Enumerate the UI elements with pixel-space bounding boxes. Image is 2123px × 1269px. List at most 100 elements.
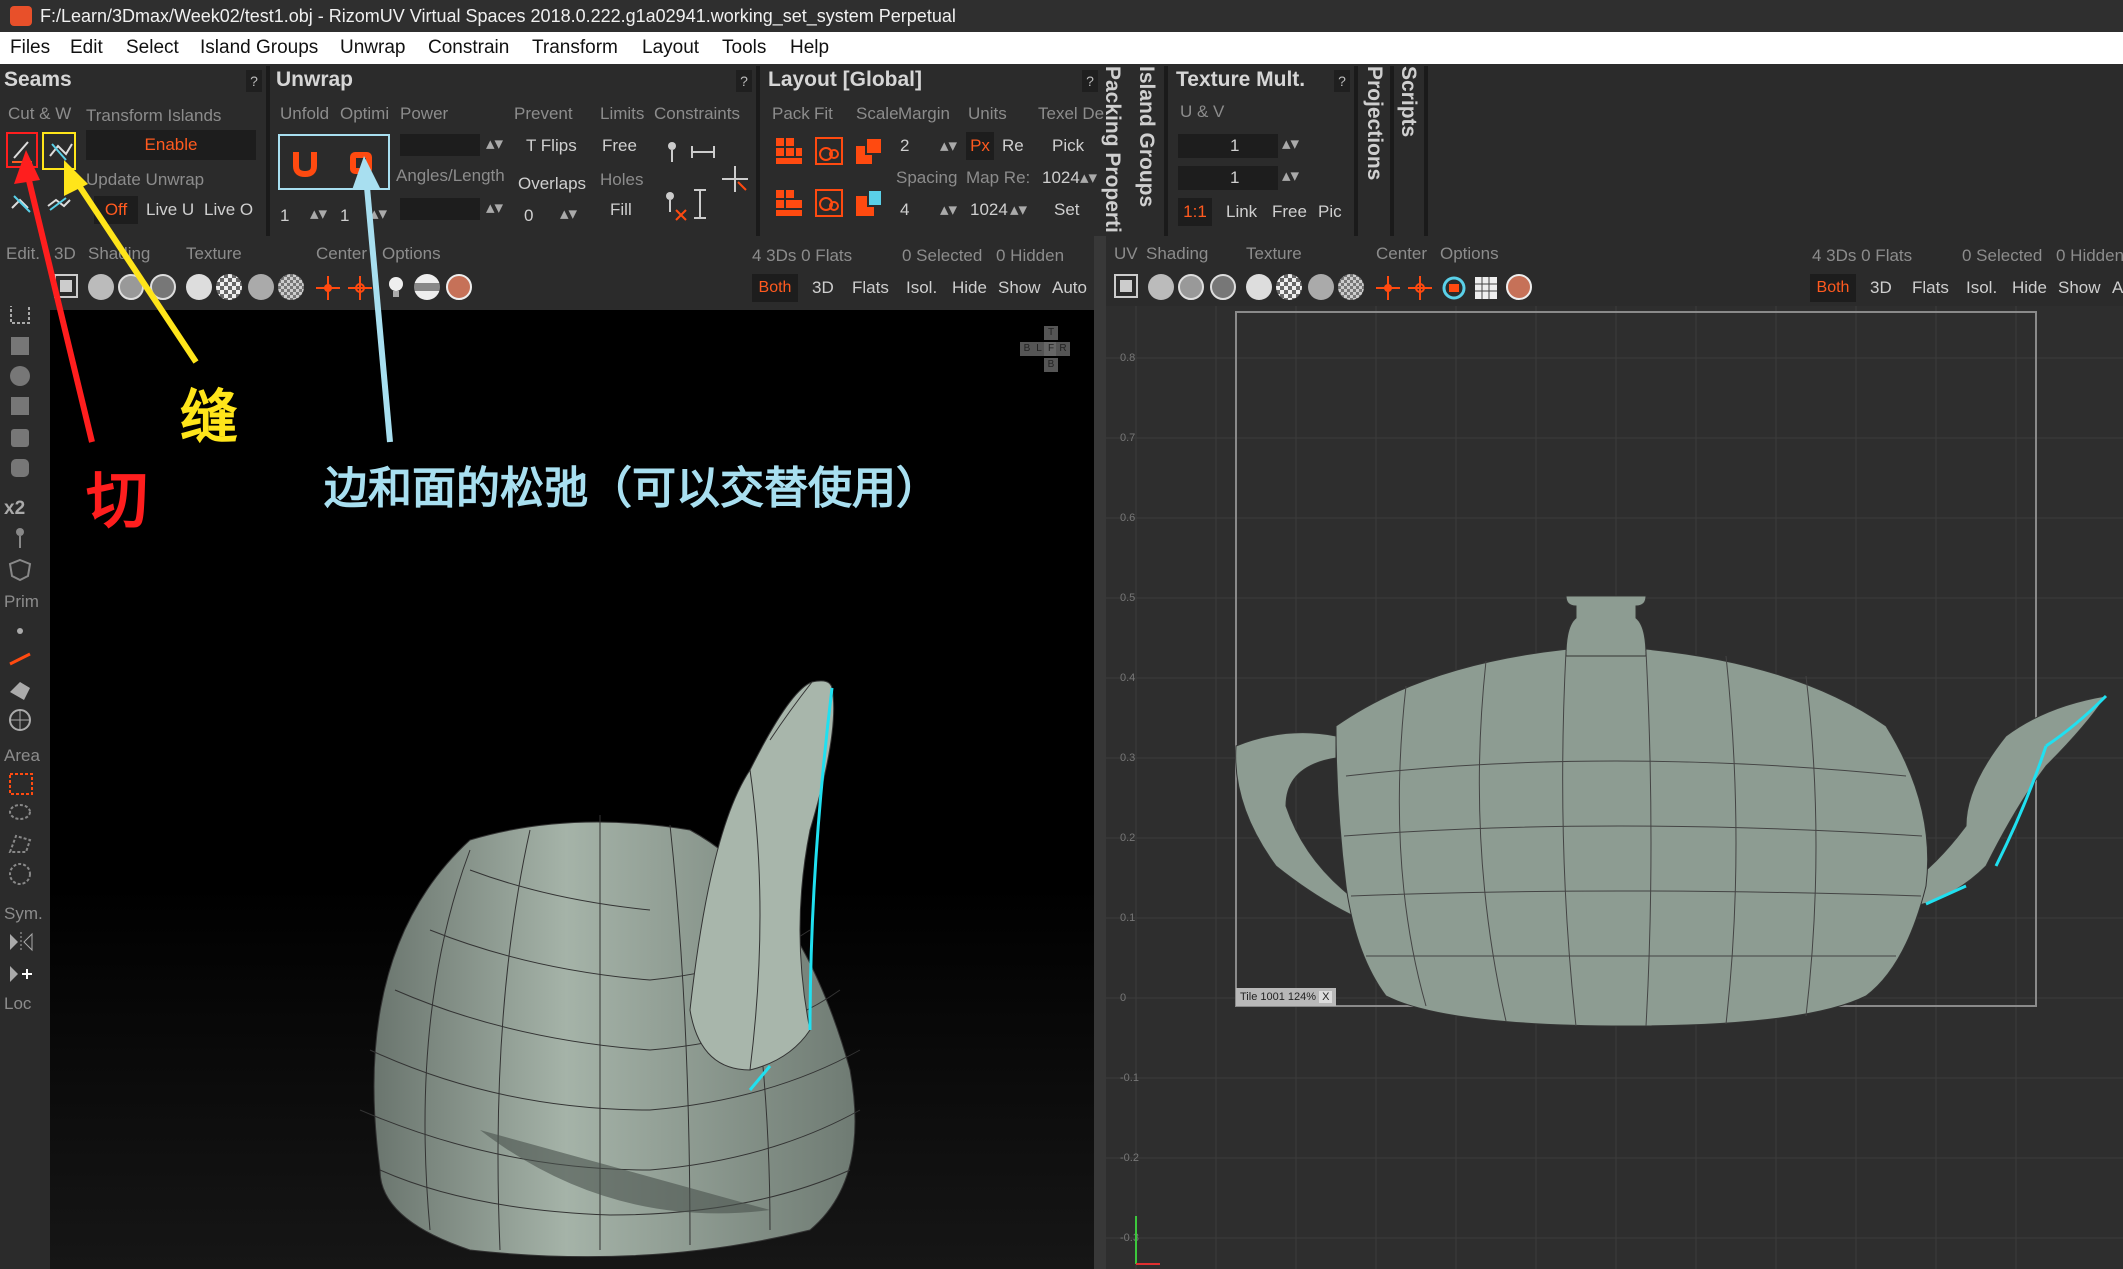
frame-icon[interactable] [52,272,80,300]
texel-set-button[interactable]: Set [1054,200,1080,220]
v-mult-spin[interactable]: ▴▾ [1282,166,1299,186]
angles-length-spin[interactable]: ▴▾ [486,198,503,218]
pin-icon[interactable] [660,136,690,166]
uv-shading-tab[interactable]: Shading [1146,244,1208,264]
optimize-iterations-spin[interactable]: ▴▾ [370,204,387,224]
teapot-uv-island[interactable] [1106,306,2123,1269]
shield-icon[interactable] [8,456,34,480]
free-mult-toggle[interactable]: Free [1272,202,1307,222]
vertex-mode-icon[interactable] [8,622,34,646]
uv-center-all-icon[interactable] [1406,274,1434,302]
flat-shading-icon[interactable] [88,274,114,300]
uv-grid-icon[interactable] [1472,274,1500,302]
fit-alt-icon[interactable] [814,188,844,218]
viewportuv[interactable]: 0.8 0.7 0.6 0.5 0.4 0.3 0.2 0.1 0 -0.1 -… [1106,306,2123,1269]
optimize-icon[interactable] [346,148,376,178]
weld-tool-button[interactable] [42,132,76,170]
uv-both-toggle[interactable]: Both [1810,274,1856,302]
u-mult-spin[interactable]: ▴▾ [1282,134,1299,154]
unfold-iterations[interactable]: 1 [280,206,289,226]
projections-tab[interactable]: Projections [1362,66,1386,180]
uv-checker-icon[interactable] [1276,274,1302,300]
fill-button[interactable]: Fill [610,200,632,220]
texture-gray-icon[interactable] [248,274,274,300]
unfold-iterations-spin[interactable]: ▴▾ [310,204,327,224]
menu-files[interactable]: Files [10,32,50,64]
horizontal-constraint-icon[interactable] [688,140,718,164]
overlaps-toggle[interactable]: Overlaps [518,174,586,194]
uv-tab[interactable]: UV [1114,244,1138,264]
enable-button[interactable]: Enable [86,130,256,160]
background-icon[interactable] [414,274,440,300]
pick-mult-button[interactable]: Pic [1318,202,1342,222]
v-mult-field[interactable]: 1 [1178,166,1278,190]
menu-transform[interactable]: Transform [532,32,618,64]
texture-off-icon[interactable] [186,274,212,300]
uv-isol-toggle[interactable]: Isol. [1966,278,1997,298]
texel-spin[interactable]: ▴▾ [1080,168,1097,188]
uv-sync-icon[interactable] [1440,274,1468,302]
lasso-select-icon[interactable] [8,802,34,826]
units-px-toggle[interactable]: Px [966,132,994,160]
uv-flat-shading-icon[interactable] [1148,274,1174,300]
auto-toggle[interactable]: Auto [1052,278,1087,298]
menu-edit[interactable]: Edit [70,32,103,64]
texel-pick-button[interactable]: Pick [1052,136,1084,156]
flatten-icon[interactable] [8,334,34,358]
wire-sphere-icon[interactable] [118,274,144,300]
units-re-toggle[interactable]: Re [1002,136,1024,156]
uv-show-toggle[interactable]: Show [2058,278,2101,298]
uv-frame-icon[interactable] [1112,272,1140,300]
uv-hide-toggle[interactable]: Hide [2012,278,2047,298]
show-toggle[interactable]: Show [998,278,1041,298]
off-toggle[interactable]: Off [94,196,138,224]
color-swatch-icon[interactable] [446,274,472,300]
texel-value[interactable]: 1024 [1042,168,1080,188]
fit-icon[interactable] [814,136,844,166]
uv-checker-small-icon[interactable] [1338,274,1364,300]
isol-toggle[interactable]: Isol. [906,278,937,298]
pin-tool-icon[interactable] [8,526,34,550]
menu-help[interactable]: Help [790,32,829,64]
uv-3d-toggle[interactable]: 3D [1870,278,1892,298]
texture-mult-help-button[interactable]: ? [1334,70,1350,92]
uv-options-tab[interactable]: Options [1440,244,1499,264]
spacing-spin[interactable]: ▴▾ [940,200,957,220]
rectangle-select-icon[interactable] [8,772,34,796]
unwrap-help-button[interactable]: ? [736,70,752,92]
overlaps-spin[interactable]: ▴▾ [560,204,577,224]
edit-tab[interactable]: Edit. [6,244,40,264]
uv-center-selection-icon[interactable] [1374,274,1402,302]
light-bulb-icon[interactable] [384,274,408,302]
texture-tab[interactable]: Texture [186,244,242,264]
link-toggle[interactable]: Link [1226,202,1257,222]
menu-constrain[interactable]: Constrain [428,32,509,64]
grid-icon[interactable] [8,394,34,418]
pack-alt-icon[interactable] [774,188,804,218]
cut-edge-icon[interactable] [8,190,36,218]
uv-wire-sphere-icon[interactable] [1178,274,1204,300]
uv-a-toggle[interactable]: A [2112,278,2123,298]
live-optimize-toggle[interactable]: Live O [204,200,253,220]
packing-properties-tab[interactable]: Packing Properti [1100,66,1124,233]
uv-wire-shaded-icon[interactable] [1210,274,1236,300]
scale-icon[interactable] [854,136,884,166]
angles-length-field[interactable] [400,198,480,220]
uv-color-swatch-icon[interactable] [1506,274,1532,300]
unpin-all-icon[interactable] [720,164,750,194]
optimize-iterations[interactable]: 1 [340,206,349,226]
layout-help-button[interactable]: ? [1082,70,1098,92]
sphere-icon[interactable] [8,364,34,388]
weld-edge-icon[interactable] [44,190,72,218]
uv-texture-gray-icon[interactable] [1308,274,1334,300]
uv-center-tab[interactable]: Center [1376,244,1427,264]
cube-icon[interactable] [8,426,34,450]
hide-toggle[interactable]: Hide [952,278,987,298]
options-tab[interactable]: Options [382,244,441,264]
live-unfold-toggle[interactable]: Live U [146,200,194,220]
island-groups-tab[interactable]: Island Groups [1134,66,1158,207]
checker-small-icon[interactable] [278,274,304,300]
menu-unwrap[interactable]: Unwrap [340,32,405,64]
polyline-select-icon[interactable] [8,832,34,856]
overlaps-value[interactable]: 0 [524,206,533,226]
